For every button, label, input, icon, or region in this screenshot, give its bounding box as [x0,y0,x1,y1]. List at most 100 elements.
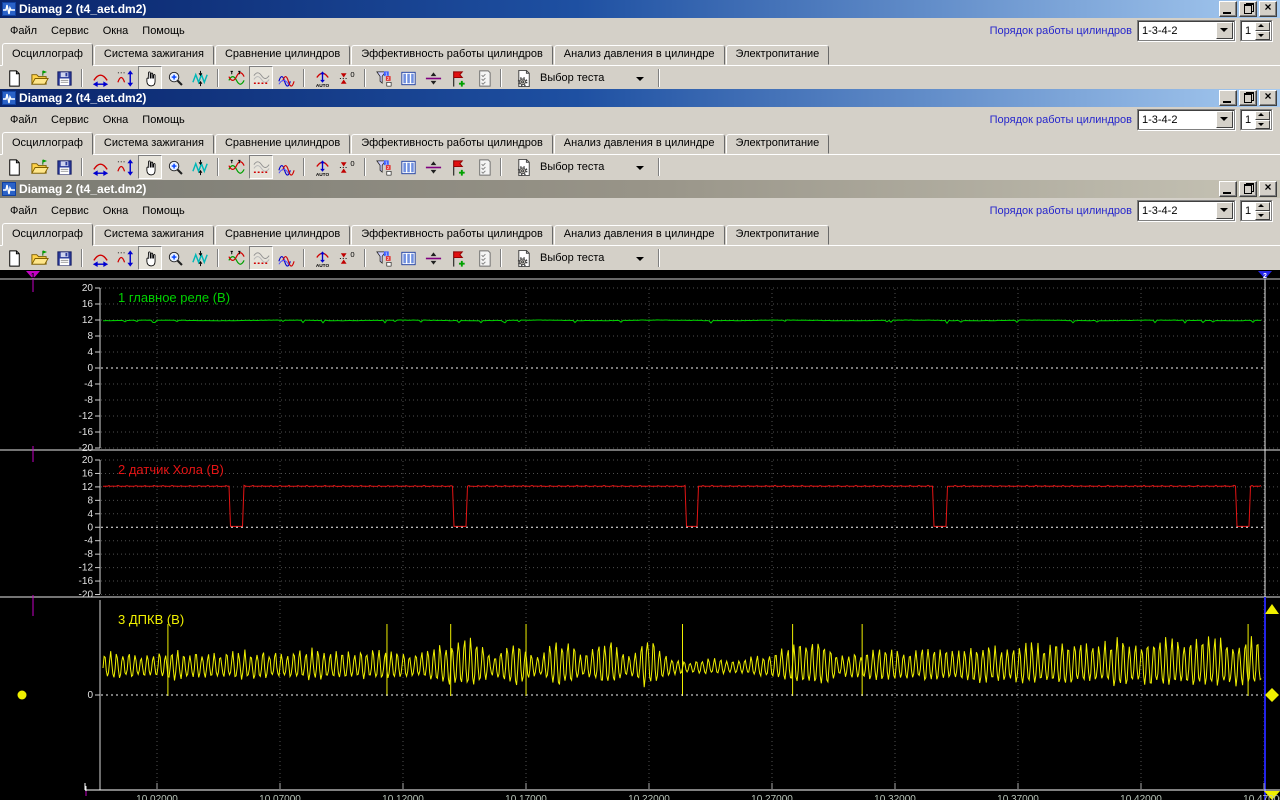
compare-signals-button[interactable] [224,66,248,90]
open-file-button[interactable] [27,246,51,270]
tab-cylinder-comparison[interactable]: Сравнение цилиндров [215,134,350,154]
horizontal-scale-button[interactable] [88,246,112,270]
compare-signals-button[interactable] [224,246,248,270]
zoom-in-button[interactable] [163,66,187,90]
spin-up-icon[interactable] [1255,22,1270,31]
menu-item-service[interactable]: Сервис [45,203,97,219]
report-button[interactable] [471,66,495,90]
tab-ignition-system[interactable]: Система зажигания [94,45,214,65]
tab-cylinder-pressure-analysis[interactable]: Анализ давления в цилиндре [554,134,725,154]
channel-3-level-marker[interactable] [18,691,27,700]
filter-button[interactable]: 12 [371,66,395,90]
cylinder-spinner[interactable]: 1 [1240,20,1272,41]
multi-signals-button[interactable] [274,66,298,90]
menu-item-service[interactable]: Сервис [45,23,97,39]
filter-button[interactable]: 12 [371,155,395,179]
tab-oscilloscope[interactable]: Осциллограф [2,223,93,246]
tab-cylinder-comparison[interactable]: Сравнение цилиндров [215,225,350,245]
menu-item-service[interactable]: Сервис [45,112,97,128]
trigger-up-marker[interactable] [1265,604,1279,614]
divider-button[interactable] [421,155,445,179]
menu-item-help[interactable]: Помощь [136,203,193,219]
test-select-dropdown-icon[interactable] [636,254,645,263]
tab-cylinder-pressure-analysis[interactable]: Анализ давления в цилиндре [554,225,725,245]
divider-button[interactable] [421,246,445,270]
restore-button[interactable] [1239,1,1257,17]
tab-cylinder-efficiency[interactable]: Эффективность работы цилиндров [351,45,553,65]
test-select-button[interactable]: Выбор теста [507,156,653,178]
cylinder-spinner[interactable]: 1 [1240,109,1272,130]
auto-scale-button[interactable]: AUTO [310,155,334,179]
restore-button[interactable] [1239,181,1257,197]
hand-tool-button[interactable] [138,155,162,179]
test-select-dropdown-icon[interactable] [636,74,645,83]
horizontal-scale-button[interactable] [88,66,112,90]
overlay-signals-button[interactable] [249,246,273,270]
tab-cylinder-efficiency[interactable]: Эффективность работы цилиндров [351,225,553,245]
test-select-dropdown-icon[interactable] [636,163,645,172]
restore-button[interactable] [1239,90,1257,106]
multi-signals-button[interactable] [274,246,298,270]
menu-item-file[interactable]: Файл [4,23,45,39]
menu-item-windows[interactable]: Окна [97,23,137,39]
menu-item-help[interactable]: Помощь [136,23,193,39]
zoom-in-button[interactable] [163,155,187,179]
menu-item-windows[interactable]: Окна [97,112,137,128]
spin-down-icon[interactable] [1255,211,1270,220]
close-button[interactable] [1259,181,1277,197]
spin-up-icon[interactable] [1255,111,1270,120]
hand-tool-button[interactable] [138,246,162,270]
combo-dropdown-icon[interactable] [1216,111,1233,128]
zero-diamond-marker[interactable] [1265,688,1279,702]
menu-item-help[interactable]: Помощь [136,112,193,128]
tab-cylinder-comparison[interactable]: Сравнение цилиндров [215,45,350,65]
test-select-button[interactable]: Выбор теста [507,247,653,269]
horizontal-scale-button[interactable] [88,155,112,179]
test-select-button[interactable]: Выбор теста [507,67,653,89]
cylinder-spinner[interactable]: 1 [1240,200,1272,221]
save-file-button[interactable] [52,155,76,179]
auto-scale-button[interactable]: AUTO [310,246,334,270]
spin-up-icon[interactable] [1255,202,1270,211]
multi-signals-button[interactable] [274,155,298,179]
zero-level-button[interactable]: 0 [335,246,359,270]
title-bar[interactable]: Diamag 2 (t4_aet.dm2) [0,0,1280,18]
vertical-scale-button[interactable] [113,66,137,90]
new-file-button[interactable] [2,155,26,179]
add-flag-button[interactable] [446,155,470,179]
tab-ignition-system[interactable]: Система зажигания [94,225,214,245]
open-file-button[interactable] [27,155,51,179]
oscilloscope-canvas[interactable]: 201612840-4-8-12-16-20201612840-4-8-12-1… [0,270,1280,800]
minimize-button[interactable] [1219,90,1237,106]
close-button[interactable] [1259,1,1277,17]
oscilloscope-area[interactable]: 201612840-4-8-12-16-20201612840-4-8-12-1… [0,270,1280,800]
title-bar[interactable]: Diamag 2 (t4_aet.dm2) [0,89,1280,107]
zero-level-button[interactable]: 0 [335,155,359,179]
overlay-signals-button[interactable] [249,66,273,90]
add-flag-button[interactable] [446,246,470,270]
open-file-button[interactable] [27,66,51,90]
minimize-button[interactable] [1219,1,1237,17]
tab-cylinder-efficiency[interactable]: Эффективность работы цилиндров [351,134,553,154]
vertical-scale-button[interactable] [113,155,137,179]
new-file-button[interactable] [2,66,26,90]
save-file-button[interactable] [52,66,76,90]
spin-down-icon[interactable] [1255,31,1270,40]
close-button[interactable] [1259,90,1277,106]
spin-down-icon[interactable] [1255,120,1270,129]
tab-power-supply[interactable]: Электропитание [726,134,830,154]
add-flag-button[interactable] [446,66,470,90]
save-file-button[interactable] [52,246,76,270]
new-file-button[interactable] [2,246,26,270]
report-button[interactable] [471,155,495,179]
grid-table-button[interactable] [396,246,420,270]
combo-dropdown-icon[interactable] [1216,202,1233,219]
zoom-in-button[interactable] [163,246,187,270]
menu-item-file[interactable]: Файл [4,203,45,219]
vertical-scale-button[interactable] [113,246,137,270]
tab-ignition-system[interactable]: Система зажигания [94,134,214,154]
menu-item-windows[interactable]: Окна [97,203,137,219]
divider-button[interactable] [421,66,445,90]
menu-item-file[interactable]: Файл [4,112,45,128]
grid-table-button[interactable] [396,66,420,90]
